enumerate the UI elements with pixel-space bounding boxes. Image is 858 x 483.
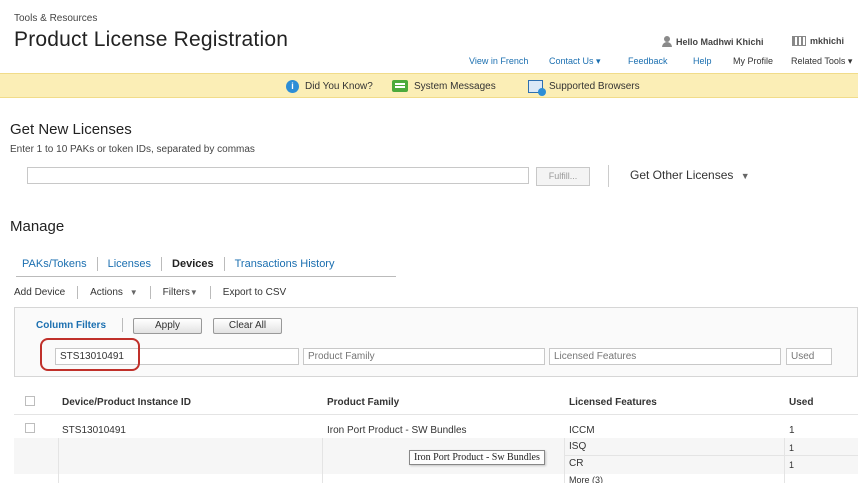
chevron-down-icon: ▼ <box>129 288 138 297</box>
breadcrumb[interactable]: Tools & Resources <box>14 13 97 24</box>
fulfill-button[interactable]: Fulfill... <box>536 167 590 186</box>
tabs-underline <box>16 276 396 277</box>
select-all-checkbox[interactable] <box>25 396 35 406</box>
apply-button[interactable]: Apply <box>133 318 202 334</box>
info-icon: i <box>286 80 299 93</box>
contact-us-label: Contact Us <box>549 56 594 66</box>
tab-divider <box>223 257 225 271</box>
action-divider <box>149 286 151 299</box>
actions-label: Actions <box>90 287 123 298</box>
tab-paks-tokens[interactable]: PAKs/Tokens <box>22 258 87 270</box>
divider <box>122 318 123 332</box>
product-family-tooltip: Iron Port Product - Sw Bundles <box>409 450 545 465</box>
column-divider <box>58 438 59 483</box>
account-menu[interactable]: mkhichi <box>792 36 844 46</box>
manage-tabs: PAKs/Tokens Licenses Devices Transaction… <box>22 257 334 271</box>
browser-icon <box>528 80 546 96</box>
column-divider <box>322 438 323 483</box>
column-header-used[interactable]: Used <box>789 397 813 408</box>
user-icon <box>662 36 672 47</box>
system-messages-label: System Messages <box>414 80 496 92</box>
paks-instructions: Enter 1 to 10 PAKs or token IDs, separat… <box>10 144 255 155</box>
tab-divider <box>161 257 163 271</box>
column-header-licensed-features[interactable]: Licensed Features <box>569 397 657 408</box>
supported-browsers-label: Supported Browsers <box>549 81 640 92</box>
feedback-link[interactable]: Feedback <box>628 56 668 66</box>
greeting-text: Hello Madhwi Khichi <box>676 36 764 47</box>
column-header-product-family[interactable]: Product Family <box>327 397 399 408</box>
used-cell: 1 <box>789 460 795 470</box>
page-title: Product License Registration <box>14 28 289 51</box>
related-tools-label: Related Tools <box>791 56 846 66</box>
row-separator <box>564 455 858 456</box>
tab-devices[interactable]: Devices <box>172 258 214 270</box>
tab-divider <box>96 257 98 271</box>
divider <box>608 165 609 187</box>
get-other-licenses-label: Get Other Licenses <box>630 168 734 182</box>
used-filter-input[interactable] <box>786 348 832 365</box>
device-actions-bar: Add Device Actions ▼ Filters▼ Export to … <box>14 286 286 299</box>
filters-menu[interactable]: Filters▼ <box>163 287 198 298</box>
licensed-feature-cell: CR <box>569 458 584 469</box>
licensed-feature-cell: ISQ <box>569 441 587 452</box>
did-you-know-label: Did You Know? <box>305 81 373 92</box>
username-text: mkhichi <box>810 36 845 46</box>
product-family-filter-input[interactable] <box>303 348 545 365</box>
licensed-features-filter-input[interactable] <box>549 348 781 365</box>
get-other-licenses-menu[interactable]: Get Other Licenses ▼ <box>630 168 750 182</box>
header-separator <box>14 414 858 415</box>
tab-transactions-history[interactable]: Transactions History <box>235 258 335 270</box>
actions-menu[interactable]: Actions ▼ <box>90 287 138 298</box>
help-link[interactable]: Help <box>693 56 712 66</box>
more-features-link[interactable]: More (3) <box>569 475 603 483</box>
supported-browsers-link[interactable]: Supported Browsers <box>528 80 640 96</box>
clear-all-button[interactable]: Clear All <box>213 318 282 334</box>
system-messages-link[interactable]: System Messages <box>392 80 496 92</box>
tab-licenses[interactable]: Licenses <box>108 258 151 270</box>
column-divider <box>564 438 565 483</box>
my-profile-link[interactable]: My Profile <box>733 56 773 66</box>
device-id-link[interactable]: STS13010491 <box>62 425 126 436</box>
filters-label: Filters <box>162 287 190 298</box>
chevron-down-icon: ▼ <box>189 288 198 297</box>
chevron-down-icon: ▼ <box>740 171 750 181</box>
add-device-button[interactable]: Add Device <box>14 287 65 298</box>
view-in-french-link[interactable]: View in French <box>469 56 528 66</box>
used-cell: 1 <box>789 425 795 436</box>
pak-input[interactable] <box>27 167 529 184</box>
account-icon <box>792 36 806 46</box>
column-divider <box>784 438 785 483</box>
licensed-feature-cell: ICCM <box>569 425 595 436</box>
contact-us-menu[interactable]: Contact Us ▾ <box>549 56 601 67</box>
message-icon <box>392 80 408 92</box>
get-new-licenses-heading: Get New Licenses <box>10 121 132 138</box>
user-greeting: Hello Madhwi Khichi <box>662 36 764 47</box>
did-you-know-link[interactable]: i Did You Know? <box>286 80 373 93</box>
product-family-cell: Iron Port Product - SW Bundles <box>327 425 467 436</box>
related-tools-menu[interactable]: Related Tools ▾ <box>791 56 852 67</box>
manage-heading: Manage <box>10 218 65 235</box>
notification-banner: i Did You Know? System Messages Supporte… <box>0 73 858 98</box>
column-filters-label[interactable]: Column Filters <box>36 320 106 331</box>
row-checkbox[interactable] <box>25 423 35 433</box>
action-divider <box>209 286 211 299</box>
export-csv-link[interactable]: Export to CSV <box>223 287 286 298</box>
column-header-device-id[interactable]: Device/Product Instance ID <box>62 397 191 408</box>
used-cell: 1 <box>789 443 795 453</box>
action-divider <box>77 286 79 299</box>
highlight-annotation <box>40 338 140 371</box>
